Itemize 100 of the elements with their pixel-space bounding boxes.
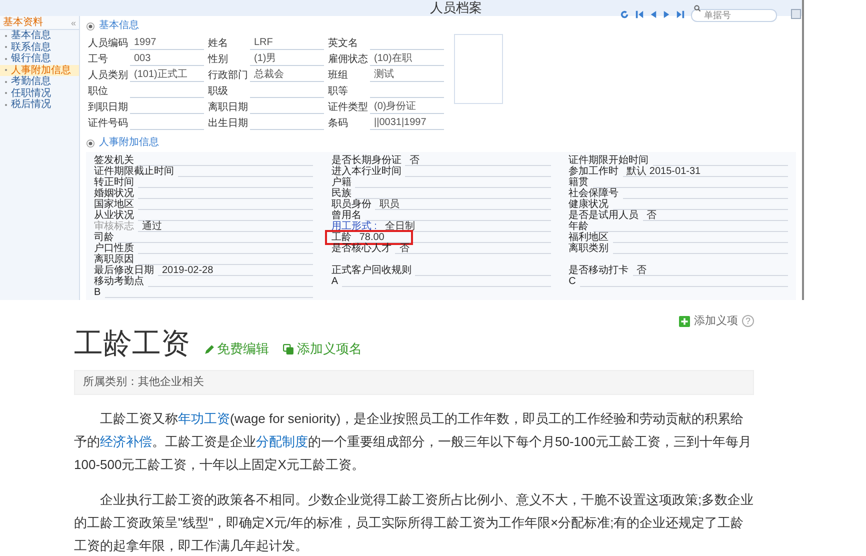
paragraph: 企业执行工龄工资的政策各不相同。少数企业觉得工龄工资所占比例小、意义不大，干脆不设置这项政策;多数企业的工龄工资政策呈"线型"，即确定X元/年的标准，员工实际所得工龄工资为工作年限×分配标准;有的企业还规定了工龄工资的起拿年限，即工作满几年起计发。 — [74, 491, 754, 555]
field-label: 姓名 — [208, 38, 229, 50]
text-link[interactable]: 分配制度 — [256, 434, 308, 449]
field-label: 证件期限开始时间 — [568, 155, 649, 166]
input-field[interactable]: (101)正式工 — [130, 68, 204, 82]
input-field[interactable]: 2019-02-28 — [158, 265, 314, 276]
paragraph: 工龄工资又称年功工资(wage for seniority)，是企业按照员工的工作年数，即员工的工作经验和劳动贡献的积累给予的经济补偿。工龄工资是企业分配制度的一个重要组成部分，一般三年以下每个月50-100元工龄工资，三到十年每月100-500元工龄工资，十年以上固定X元工龄工资。 — [74, 410, 752, 474]
field-label: 条码 — [328, 118, 349, 130]
field-label: 职员身份 — [331, 199, 372, 210]
pencil-icon — [204, 344, 215, 354]
field-label: 籍贯 — [568, 177, 589, 188]
field-label: 正式客户回收规则 — [331, 265, 412, 276]
previous-icon[interactable] — [650, 10, 657, 18]
field-label: 证件类型 — [328, 102, 366, 114]
input-field[interactable]: ||0031|1997 — [370, 116, 444, 130]
sidebar-item[interactable]: 税后情况 — [0, 99, 79, 110]
input-field[interactable]: 通过 — [138, 221, 314, 232]
plus-icon[interactable] — [679, 316, 690, 326]
field-label: 是否移动打卡 — [568, 265, 629, 276]
field-label: 最后修改日期 — [94, 265, 154, 276]
input-field[interactable]: 003 — [130, 52, 204, 66]
input-field[interactable]: 否 — [405, 155, 551, 166]
field-label: 证件号码 — [88, 118, 126, 130]
field-label: 是否是试用人员 — [568, 210, 639, 221]
refresh-icon[interactable] — [620, 10, 629, 18]
input-field[interactable]: 默认 2015-01-31 — [622, 166, 788, 177]
add-item-link[interactable]: 添加义项 — [694, 312, 738, 330]
field-label: 审核标志 — [94, 221, 134, 232]
field-label: 年龄 — [568, 221, 589, 232]
input-field[interactable]: 否 — [632, 265, 788, 276]
field-label: 移动考勤点 — [94, 276, 144, 287]
field-label: 户口性质 — [94, 243, 134, 254]
add-name-link[interactable]: 添加义项名 — [283, 340, 362, 358]
field-label: 英文名 — [328, 38, 359, 50]
input-field[interactable]: 总裁会 — [250, 68, 324, 82]
field-label: 是否长期身份证 — [331, 155, 402, 166]
field-label: C — [568, 276, 576, 287]
category-text: 所属类别：其他企业相关 — [83, 374, 204, 390]
input-field[interactable]: LRF — [250, 36, 324, 50]
input-field[interactable]: 全日制 — [380, 221, 551, 232]
field-label: 工龄 — [331, 232, 352, 243]
field-label: 人员类别 — [88, 70, 126, 82]
input-field[interactable]: 测试 — [370, 68, 444, 82]
field-label: 性别 — [208, 54, 229, 66]
sidebar-item[interactable]: 联系信息 — [0, 42, 79, 53]
input-field[interactable]: 1997 — [130, 36, 204, 50]
next-icon[interactable] — [663, 10, 670, 18]
first-page-icon[interactable] — [635, 10, 644, 18]
field-label: 参加工作时 — [568, 166, 619, 177]
field-label: 婚姻状况 — [94, 188, 134, 199]
section-icon — [86, 138, 95, 148]
input-field[interactable]: (10)在职 — [370, 52, 444, 66]
field-label: 从业状况 — [94, 210, 134, 221]
input-field[interactable]: 78.00 — [355, 232, 551, 243]
text-link[interactable]: 经济补偿 — [100, 434, 152, 449]
field-label: A — [331, 276, 338, 287]
input-field[interactable]: (1)男 — [250, 52, 324, 66]
field-label: 户籍 — [331, 177, 352, 188]
input-field[interactable]: 否 — [395, 243, 551, 254]
field-label: 职等 — [328, 86, 349, 98]
field-label: 离职原因 — [94, 254, 134, 265]
section-title: 基本信息 — [99, 20, 139, 32]
field-label: 人员编码 — [88, 38, 126, 50]
input-field[interactable]: 职员 — [375, 199, 551, 210]
field-label: 福利地区 — [568, 232, 609, 243]
sidebar-item[interactable]: 任职情况 — [0, 88, 79, 99]
text-link[interactable]: 年功工资 — [178, 411, 230, 426]
field-label: 离职类别 — [568, 243, 609, 254]
section-icon — [86, 22, 95, 30]
copy-icon — [283, 344, 294, 354]
field-label: 班组 — [328, 70, 349, 82]
edit-link[interactable]: 免费编辑 — [204, 340, 269, 358]
field-label: 是否核心人才 — [331, 243, 392, 254]
field-label: 行政部门 — [208, 70, 246, 82]
input-field[interactable]: (0)身份证 — [370, 100, 444, 114]
field-label: 到职日期 — [88, 102, 126, 114]
article-title: 工龄工资 — [74, 328, 190, 360]
sidebar-item[interactable]: 考勤信息 — [0, 76, 79, 88]
field-label: 职级 — [208, 86, 229, 98]
field-label: 社会保障号 — [568, 188, 619, 199]
layout-icon[interactable] — [791, 9, 801, 19]
section-title: 人事附加信息 — [99, 137, 159, 149]
field-label: 民族 — [331, 188, 352, 199]
sidebar-item[interactable]: 银行信息 — [0, 53, 79, 64]
input-field[interactable]: 否 — [642, 210, 788, 221]
photo-frame[interactable] — [454, 34, 503, 104]
sidebar-title: 基本资料 — [3, 16, 43, 28]
field-label: 证件期限截止时间 — [94, 166, 174, 177]
field-label: 国家地区 — [94, 199, 134, 210]
field-label: 工号 — [88, 54, 109, 66]
field-label: B — [94, 287, 101, 298]
last-page-icon[interactable] — [676, 10, 685, 18]
search-field[interactable]: 单据号 — [691, 8, 777, 22]
field-label: 雇佣状态 — [328, 54, 366, 66]
field-label: 职位 — [88, 86, 109, 98]
sidebar-item[interactable]: 基本信息 — [0, 30, 79, 42]
search-icon — [694, 5, 701, 12]
field-label: 司龄 — [94, 232, 114, 243]
field-label: 出生日期 — [208, 118, 246, 130]
field-label: 健康状况 — [568, 199, 609, 210]
